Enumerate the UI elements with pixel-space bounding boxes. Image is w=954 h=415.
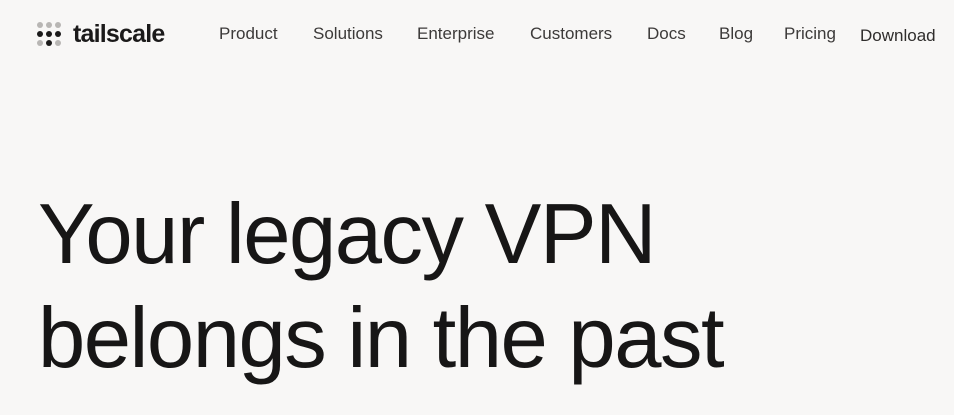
hero-title-line-1: Your legacy VPN <box>38 187 656 282</box>
hero-title: Your legacy VPN belongs in the past <box>38 183 725 391</box>
top-navigation: tailscale Product Solutions Enterprise C… <box>0 0 954 66</box>
nav-item-docs[interactable]: Docs <box>647 20 686 48</box>
nav-item-product[interactable]: Product <box>219 20 278 48</box>
nav-item-blog[interactable]: Blog <box>719 20 753 48</box>
page: tailscale Product Solutions Enterprise C… <box>0 0 954 415</box>
nav-item-solutions[interactable]: Solutions <box>313 20 383 48</box>
main-menu: Product Solutions Enterprise Customers D… <box>0 20 954 48</box>
nav-item-customers[interactable]: Customers <box>530 20 612 48</box>
nav-item-pricing[interactable]: Pricing <box>784 20 836 48</box>
nav-item-enterprise[interactable]: Enterprise <box>417 20 494 48</box>
download-link[interactable]: Download <box>860 22 936 50</box>
hero-title-line-2: belongs in the past <box>38 291 725 386</box>
